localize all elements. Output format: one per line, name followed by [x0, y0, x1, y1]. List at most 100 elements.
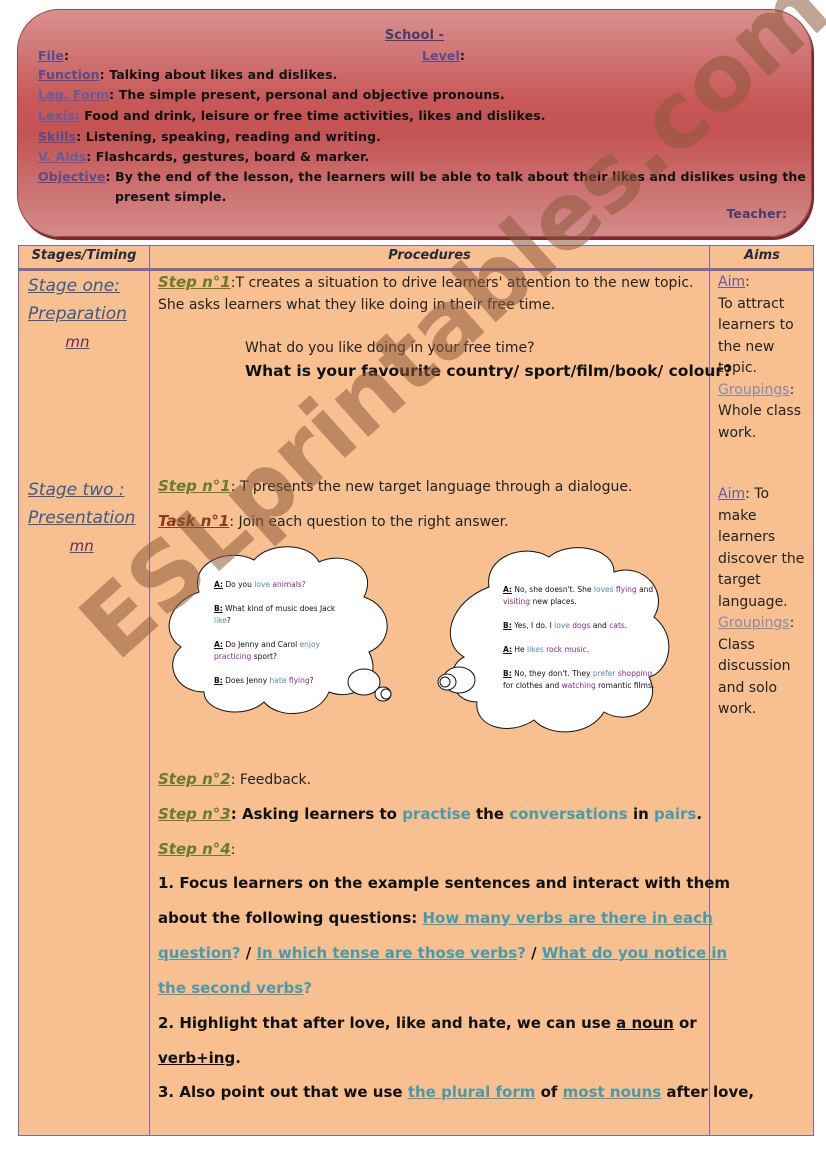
keyword-conversations: conversations [509, 805, 628, 823]
level-label: Level [422, 48, 460, 63]
prep-question-1: What do you like doing in your free time… [245, 340, 535, 356]
aids-row: V. Aids: Flashcards, gestures, board & m… [38, 149, 369, 164]
speaker-label: A: [214, 580, 223, 589]
point-text: after love, [661, 1083, 755, 1101]
point-1-line-1: 1. Focus learners on the example sentenc… [158, 874, 731, 892]
step-text: : T presents the new target language thr… [230, 479, 633, 495]
skills-value: : Listening, speaking, reading and writi… [76, 129, 381, 144]
step-text: the [470, 805, 510, 823]
aim-text: To attract learners to the new topic. [718, 295, 794, 377]
aim-text: : To make learners discover the target l… [718, 486, 805, 610]
dialogue-text: Do you [225, 580, 255, 589]
dialogue-line: B: No, they don't. They prefer shopping … [503, 668, 663, 692]
col-header-procedures: Procedures [388, 248, 471, 263]
point-text: . [235, 1049, 241, 1067]
point-2-line-2: verb+ing. [158, 1049, 241, 1067]
prep-step1: Step n°1:T creates a situation to drive … [158, 273, 693, 291]
dialogue-text: What kind of music does Jack [225, 604, 336, 613]
keyword-verb-ing: verb+ing [158, 1049, 236, 1067]
dialogue-text: No, she doesn't. She [514, 585, 594, 594]
dialogue-keyword: shopping [617, 669, 653, 678]
pres-step4: Step n°4: [158, 840, 235, 858]
dialogue-line: A: Do you love animals? [214, 579, 354, 591]
stage-two-subtitle: Presentation [28, 508, 136, 528]
step-text: . [696, 805, 703, 823]
groupings-text: Class discussion and solo work. [718, 636, 791, 718]
point-text: 2. Highlight that after love, like and h… [158, 1014, 617, 1032]
dialogue-line: A: No, she doesn't. She loves flying and… [503, 584, 663, 608]
pres-step1: Step n°1: T presents the new target lang… [158, 477, 632, 495]
question-how-many-verbs-cont: question [158, 944, 232, 962]
step-label: Step n°2 [158, 770, 231, 788]
aids-value: : Flashcards, gestures, board & marker. [86, 149, 370, 164]
speaker-label: B: [503, 621, 512, 630]
point-1-line-2: about the following questions: How many … [158, 909, 713, 927]
aim-label: Aim [718, 486, 746, 502]
lexis-row: Lexis: Food and drink, leisure or free t… [38, 108, 546, 123]
point-text: 3. Also point out that we use [158, 1083, 408, 1101]
dialogue-text: . [624, 621, 628, 630]
dialogue-keyword: loves [593, 585, 614, 594]
dialogue-keyword: love [254, 580, 270, 589]
function-label: Function [38, 67, 100, 82]
question-which-tense: In which tense are those verbs [256, 944, 518, 962]
dialogue-text: He [514, 645, 527, 654]
dialogue-text: Does Jenny [225, 676, 270, 685]
stage-one-title: Stage one: [28, 276, 120, 296]
dialogue-text: sport? [251, 652, 277, 661]
function-row: Function: Talking about likes and dislik… [38, 67, 338, 82]
step-text: in [627, 805, 654, 823]
dialogue-text: romantic films. [595, 681, 655, 690]
dialogue-keyword: cats [609, 621, 625, 630]
dialogue-keyword: visiting [503, 597, 531, 606]
point-1-line-4: the second verbs? [158, 979, 312, 997]
dialogue-keyword: flying [288, 676, 310, 685]
step-text: :T creates a situation to drive learners… [230, 275, 694, 291]
task-text: : Join each question to the right answer… [229, 514, 509, 530]
dialogue-line: A: He likes rock music. [503, 644, 663, 656]
dialogue-text: ? [309, 676, 314, 685]
speaker-label: B: [214, 604, 223, 613]
qmark: ? [231, 944, 241, 962]
dialogue-keyword: love [554, 621, 570, 630]
dialogue-keyword: prefer [592, 669, 616, 678]
aim-label: Aim [718, 274, 746, 290]
dialogue-keyword: hate [269, 676, 287, 685]
aim-colon: : [745, 274, 750, 290]
dialogue-keyword: practicing [214, 652, 252, 661]
teacher-label: Teacher: [726, 206, 787, 221]
dialogue-text: new places. [530, 597, 577, 606]
separator: / [240, 944, 257, 962]
question-what-notice-cont: the second verbs [158, 979, 304, 997]
stage-one: Stage one: Preparation mn [28, 272, 127, 356]
lexis-label: Lexis: [38, 108, 80, 123]
point-2-line-1: 2. Highlight that after love, like and h… [158, 1014, 697, 1032]
dialogue-keyword: enjoy [299, 640, 321, 649]
qmark: ? [303, 979, 312, 997]
step-label: Step n°1 [158, 273, 231, 291]
step-label: Step n°1 [158, 477, 231, 495]
objective-row: Objective: By the end of the lesson, the… [38, 169, 806, 184]
function-value: : Talking about likes and dislikes. [99, 67, 338, 82]
point-1-line-3: question? / In which tense are those ver… [158, 944, 727, 962]
dialogue-text: Yes, I do. I [514, 621, 555, 630]
dialogue-text: and [590, 621, 610, 630]
dialogue-keyword: likes [526, 645, 544, 654]
prep-step1-cont: She asks learners what they like doing i… [158, 297, 556, 313]
groupings-text: Whole class work. [718, 403, 801, 441]
lesson-plan-table: Stages/Timing Procedures Aims Stage one:… [18, 245, 814, 1136]
dialogue-keyword: dogs [572, 621, 591, 630]
step-text: : Asking learners to [230, 805, 403, 823]
dialogue-text: . [586, 645, 590, 654]
lesson-header-panel: School - File: Level: Function: Talking … [17, 9, 812, 237]
keyword-a-noun: a noun [616, 1014, 674, 1032]
dialogue-keyword: rock music [546, 645, 587, 654]
school-label: School - [384, 28, 445, 43]
dialogue-text: No, they don't. They [514, 669, 593, 678]
dialogue-text: ? [226, 616, 231, 625]
objective-value: : By the end of the lesson, the learners… [105, 169, 806, 184]
skills-label: Skills [38, 129, 77, 144]
col-header-aims: Aims [744, 248, 780, 263]
groupings-label: Groupings [718, 381, 790, 398]
dialogue-text: and [636, 585, 654, 594]
